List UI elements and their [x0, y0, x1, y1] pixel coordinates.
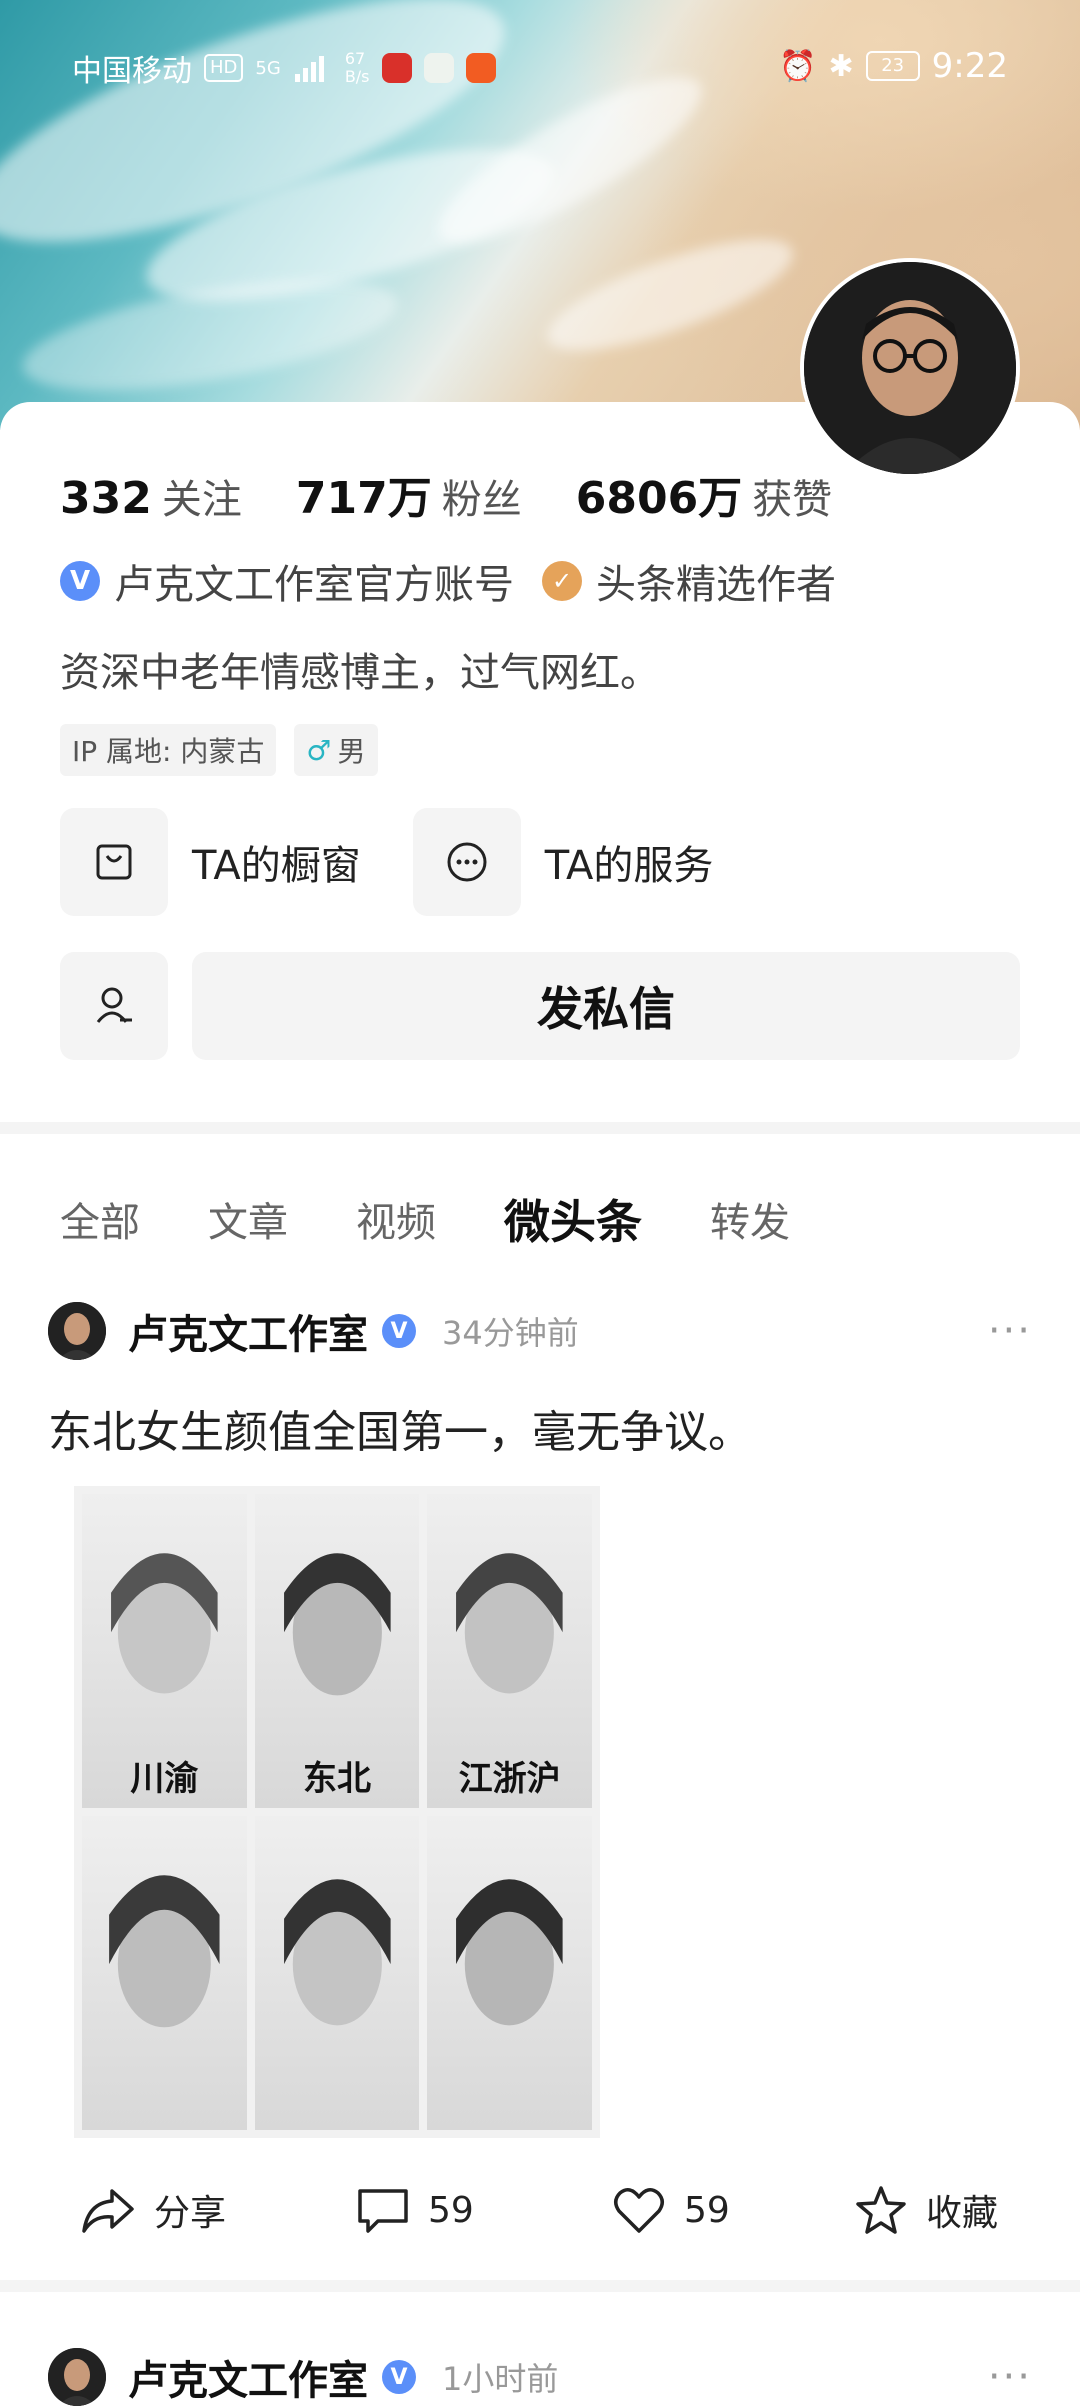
stat-followers[interactable]: 717万 粉丝	[296, 462, 522, 526]
post-author-name[interactable]: 卢克文工作室	[128, 1302, 368, 1360]
favorite-label: 收藏	[926, 2193, 999, 2234]
post-header: 卢克文工作室 V 1小时前 ···	[48, 2348, 1032, 2406]
shop-bag-icon	[60, 808, 168, 916]
stat-number: 6806万	[575, 473, 743, 524]
profile-stats: 332 关注 717万 粉丝 6806万 获赞	[60, 462, 886, 526]
selected-author-icon: ✓	[542, 561, 582, 601]
alarm-icon: ⏰	[779, 48, 817, 84]
post-image-grid[interactable]: 川渝 东北 江浙沪	[74, 1486, 600, 2138]
stat-label: 获赞	[752, 477, 833, 523]
carrier-name: 中国移动	[72, 54, 192, 89]
share-button[interactable]: 分享	[80, 2184, 226, 2236]
content-tabs: 全部 文章 视频 微头条 转发	[60, 1186, 858, 1252]
post-author-avatar[interactable]	[48, 2348, 106, 2406]
tab-micro-posts[interactable]: 微头条	[504, 1186, 642, 1252]
comment-count: 59	[428, 2189, 474, 2231]
net-speed-value: 67	[344, 49, 366, 68]
gender-tag: ♂ 男	[294, 724, 378, 776]
post-image	[82, 1816, 247, 2130]
more-circle-icon	[412, 808, 521, 916]
status-bar: 中国移动 HD 5G 67 B/s ⏰ ✱ 23 9:22	[0, 0, 1080, 130]
selected-author-text[interactable]: 头条精选作者	[596, 552, 836, 610]
like-button[interactable]: 59	[612, 2185, 730, 2235]
comment-icon	[358, 2189, 408, 2233]
hd-indicator: HD	[204, 54, 244, 82]
post-time: 1小时前	[442, 2360, 559, 2398]
image-caption: 江浙沪	[458, 1759, 561, 1799]
male-icon: ♂	[306, 733, 332, 767]
post-actions: 分享 59 59 收藏	[0, 2170, 1080, 2250]
post-image	[427, 1816, 592, 2130]
post-time: 34分钟前	[442, 1314, 579, 1352]
stat-number: 717万	[295, 473, 432, 524]
more-options-icon[interactable]: ···	[988, 2354, 1032, 2400]
app-notification-icon	[423, 53, 454, 83]
person-add-icon	[96, 987, 132, 1023]
signal-icon	[294, 56, 324, 82]
more-options-icon[interactable]: ···	[988, 1308, 1032, 1354]
stat-likes[interactable]: 6806万 获赞	[576, 462, 832, 526]
tab-articles[interactable]: 文章	[208, 1190, 288, 1248]
post-image: 东北	[254, 1494, 420, 1808]
verified-v-icon: V	[60, 561, 100, 601]
service-row: TA的橱窗 TA的服务	[60, 808, 765, 916]
avatar[interactable]	[800, 258, 1020, 478]
image-caption: 东北	[302, 1759, 371, 1799]
verified-account-text[interactable]: 卢克文工作室官方账号	[114, 552, 514, 610]
network-type: 5G	[255, 57, 281, 79]
battery-indicator: 23	[865, 51, 920, 81]
section-divider	[0, 1122, 1080, 1134]
post-image: 江浙沪	[427, 1494, 592, 1808]
action-row: 发私信	[60, 952, 1020, 1060]
tab-reposts[interactable]: 转发	[710, 1190, 790, 1248]
like-count: 59	[684, 2189, 730, 2231]
bluetooth-icon: ✱	[828, 48, 854, 84]
app-notification-icon	[465, 53, 496, 83]
stat-label: 关注	[161, 477, 242, 523]
favorite-button[interactable]: 收藏	[854, 2184, 998, 2236]
stat-number: 332	[60, 473, 152, 524]
post-author-avatar[interactable]	[48, 1302, 106, 1360]
share-icon	[82, 2189, 134, 2233]
stat-label: 粉丝	[441, 477, 522, 523]
services-entry[interactable]: TA的服务	[412, 808, 714, 916]
post-author-name[interactable]: 卢克文工作室	[128, 2348, 368, 2406]
verified-v-icon: V	[382, 2360, 416, 2394]
tab-videos[interactable]: 视频	[356, 1190, 436, 1248]
follow-button[interactable]	[60, 952, 168, 1060]
section-divider	[0, 2280, 1080, 2292]
comment-button[interactable]: 59	[356, 2185, 474, 2235]
post-header: 卢克文工作室 V 34分钟前 ···	[48, 1302, 1032, 1360]
share-label: 分享	[154, 2193, 227, 2234]
heart-icon	[614, 2188, 664, 2233]
image-caption: 川渝	[130, 1759, 199, 1799]
gender-label: 男	[337, 735, 366, 768]
send-message-button[interactable]: 发私信	[192, 952, 1020, 1060]
post-text: 东北女生颜值全国第一，毫无争议。	[48, 1407, 752, 1458]
person-portrait-icon	[804, 262, 1016, 474]
services-label: TA的服务	[544, 843, 714, 889]
profile-bio: 资深中老年情感博主，过气网红。	[60, 650, 660, 696]
showcase-entry[interactable]: TA的橱窗	[60, 808, 361, 916]
app-notification-icon	[381, 53, 412, 83]
post-image	[254, 1816, 420, 2130]
ip-location-tag: IP 属地: 内蒙古	[60, 724, 277, 776]
net-speed-unit: B/s	[344, 67, 370, 86]
post-image: 川渝	[82, 1494, 247, 1808]
verified-v-icon: V	[382, 1314, 416, 1348]
verification-badges: V 卢克文工作室官方账号 ✓ 头条精选作者	[60, 552, 836, 610]
star-icon	[856, 2186, 906, 2234]
tab-all[interactable]: 全部	[60, 1190, 140, 1248]
showcase-label: TA的橱窗	[192, 843, 361, 889]
profile-tags: IP 属地: 内蒙古 ♂ 男	[60, 724, 378, 776]
clock: 9:22	[931, 46, 1008, 86]
stat-following[interactable]: 332 关注	[60, 467, 242, 525]
